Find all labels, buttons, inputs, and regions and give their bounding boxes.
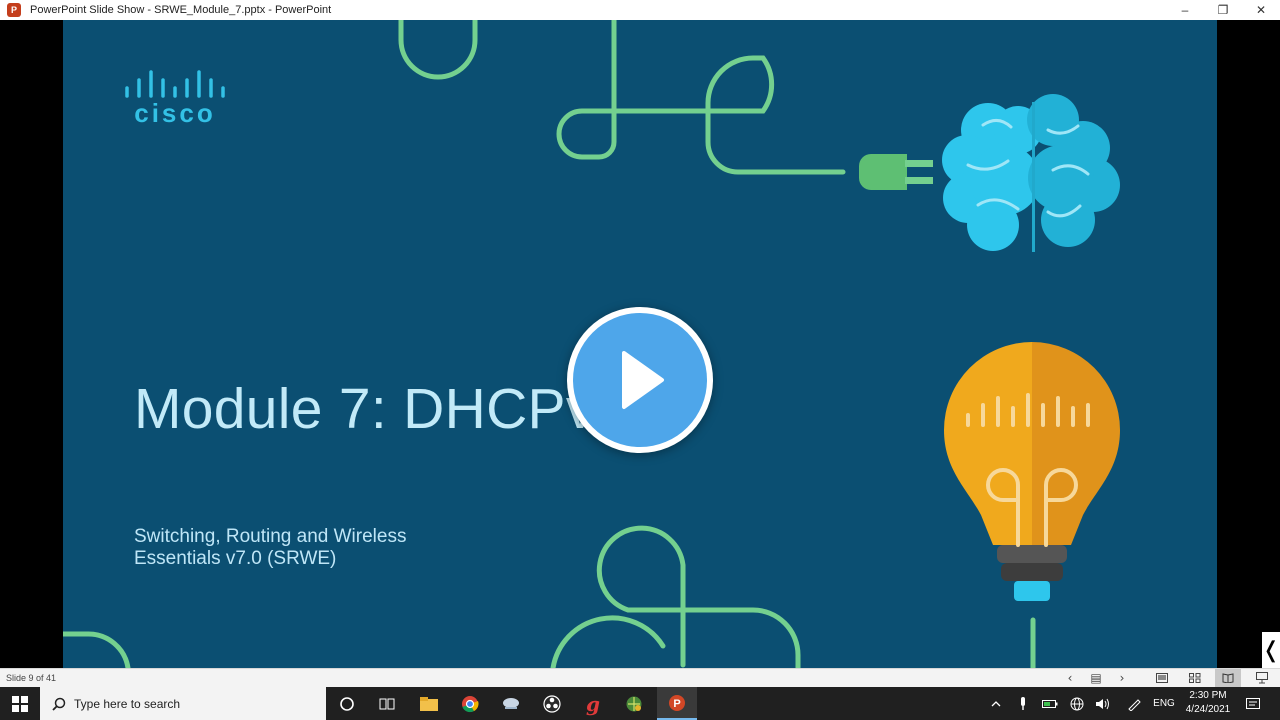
powerpoint-icon[interactable]: P — [657, 687, 697, 720]
slide-sorter-icon[interactable] — [1182, 669, 1208, 687]
battery-icon[interactable] — [1040, 687, 1060, 720]
start-button[interactable] — [0, 687, 40, 720]
close-button[interactable]: ✕ — [1242, 0, 1280, 20]
notifications-icon[interactable] — [1242, 687, 1264, 720]
lightbulb-graphic — [944, 342, 1120, 601]
chrome-icon[interactable] — [450, 687, 490, 720]
windows-taskbar: Type here to search g P ENG 2:30 PM 4/24… — [0, 687, 1280, 720]
cisco-logo-text: cisco — [134, 98, 216, 128]
previous-slide-button[interactable]: ‹ — [1057, 669, 1083, 687]
app-globe-icon[interactable] — [614, 687, 654, 720]
clock-date: 4/24/2021 — [1185, 704, 1231, 715]
slide-subtitle: Switching, Routing and Wireless Essentia… — [134, 526, 406, 570]
slideshow-icon[interactable] — [1249, 669, 1275, 687]
cisco-logo-icon: cisco — [125, 70, 225, 128]
next-slide-button[interactable]: › — [1109, 669, 1135, 687]
windows-logo-icon — [12, 695, 28, 712]
powerpoint-app-icon: P — [7, 3, 21, 17]
play-button-fill[interactable] — [573, 313, 707, 447]
reading-view-icon[interactable] — [1215, 669, 1241, 687]
taskbar-search-box[interactable]: Type here to search — [40, 687, 326, 720]
plug-graphic — [859, 154, 933, 190]
file-explorer-icon[interactable] — [409, 687, 449, 720]
window-controls: – ❐ ✕ — [1166, 0, 1280, 20]
clock-time: 2:30 PM — [1189, 690, 1227, 701]
taskbar-clock[interactable]: 2:30 PM 4/24/2021 — [1180, 689, 1236, 717]
restore-button[interactable]: ❐ — [1204, 0, 1242, 20]
pen-workspace-icon[interactable] — [1124, 687, 1144, 720]
svg-text:P: P — [673, 698, 680, 710]
network-app-icon[interactable] — [491, 687, 531, 720]
play-icon — [622, 351, 664, 409]
show-hidden-icons-chevron-icon[interactable] — [986, 687, 1006, 720]
slide-title: Module 7: DHCPv4 — [134, 377, 627, 441]
window-title: PowerPoint Slide Show - SRWE_Module_7.pp… — [30, 4, 332, 16]
normal-view-icon[interactable] — [1149, 669, 1175, 687]
search-placeholder: Type here to search — [74, 696, 181, 711]
side-panel-toggle[interactable]: ❬ — [1262, 632, 1280, 668]
slide-menu-button[interactable]: ▤ — [1083, 669, 1109, 687]
language-indicator[interactable]: ENG — [1150, 687, 1178, 720]
app-g-icon[interactable]: g — [573, 687, 613, 720]
obs-icon[interactable] — [532, 687, 572, 720]
cortana-icon[interactable] — [327, 687, 367, 720]
subtitle-line-2: Essentials v7.0 (SRWE) — [134, 548, 337, 569]
slideshow-stage[interactable]: cisco Module 7: DHCPv4 Switching, Routin… — [0, 20, 1280, 668]
subtitle-line-1: Switching, Routing and Wireless — [134, 526, 407, 547]
volume-icon[interactable] — [1093, 687, 1113, 720]
brain-graphic — [942, 94, 1120, 252]
video-play-button[interactable] — [567, 307, 713, 453]
slide-counter: Slide 9 of 41 — [6, 673, 57, 683]
task-view-icon[interactable] — [367, 687, 407, 720]
minimize-button[interactable]: – — [1166, 0, 1204, 20]
slideshow-status-bar: Slide 9 of 41 ‹ ▤ › — [0, 668, 1280, 687]
network-globe-icon[interactable] — [1067, 687, 1087, 720]
search-icon — [52, 697, 66, 711]
microphone-icon[interactable] — [1014, 687, 1032, 720]
window-title-bar: P PowerPoint Slide Show - SRWE_Module_7.… — [0, 0, 1280, 20]
